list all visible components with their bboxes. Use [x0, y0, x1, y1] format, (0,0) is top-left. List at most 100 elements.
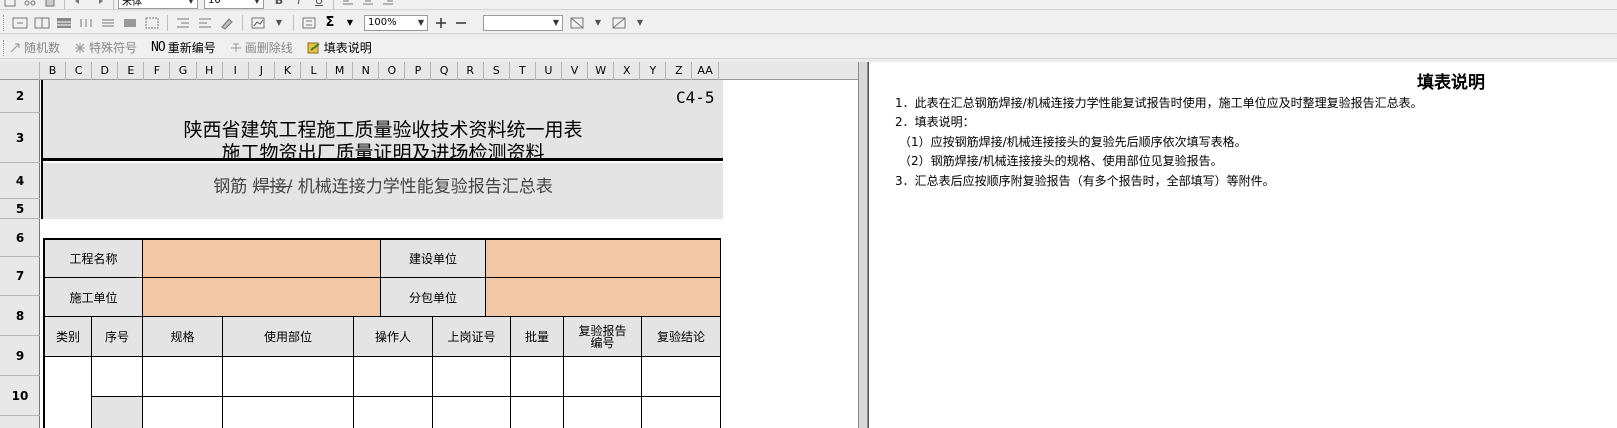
project-name-input[interactable]	[143, 240, 381, 278]
column-header[interactable]: B	[40, 62, 67, 80]
usage-part-cell[interactable]	[223, 357, 354, 397]
column-header[interactable]: H	[197, 62, 223, 80]
indent-icon[interactable]	[173, 14, 193, 32]
column-header[interactable]: Z	[666, 62, 693, 80]
row-header[interactable]: 5	[0, 199, 40, 219]
row-header[interactable]: 7	[0, 257, 40, 296]
pane-splitter[interactable]	[858, 62, 868, 428]
row-header[interactable]: 4	[0, 163, 40, 199]
paste-icon[interactable]	[41, 0, 59, 10]
strikethrough-button[interactable]: 画删除线	[230, 39, 293, 56]
category-cell[interactable]	[45, 357, 92, 428]
toolbar-grip[interactable]	[3, 39, 6, 56]
line-style-combo[interactable]: ▼	[483, 14, 563, 31]
chevron-down-icon[interactable]: ▼	[631, 14, 649, 32]
select-all-corner[interactable]	[0, 62, 40, 80]
random-number-button[interactable]: 随机数	[9, 39, 60, 56]
insert-row-icon[interactable]	[76, 14, 96, 32]
row-header[interactable]: 9	[0, 336, 40, 376]
row-header[interactable]: 6	[0, 219, 40, 257]
spec-cell[interactable]	[143, 357, 223, 397]
chevron-down-icon[interactable]: ▼	[270, 14, 288, 32]
clear-format-icon[interactable]	[217, 14, 237, 32]
zoom-combo[interactable]: 100% ▼	[364, 14, 428, 31]
row-header[interactable]: 3	[0, 113, 40, 163]
chevron-down-icon[interactable]: ▼	[341, 14, 359, 32]
column-header[interactable]: E	[118, 62, 145, 80]
column-header[interactable]: G	[171, 62, 197, 80]
row-header[interactable]: 10	[0, 376, 40, 416]
batch-cell[interactable]	[511, 357, 564, 397]
row-header[interactable]: 8	[0, 296, 40, 336]
italic-icon[interactable]: I	[290, 0, 308, 10]
special-symbol-button[interactable]: 特殊符号	[74, 39, 137, 56]
builder-unit-input[interactable]	[143, 278, 381, 317]
remove-icon[interactable]	[452, 14, 470, 32]
batch-cell[interactable]	[511, 397, 564, 428]
chart-icon[interactable]	[248, 14, 268, 32]
column-header[interactable]: AA	[693, 62, 719, 80]
seq-cell[interactable]	[92, 357, 143, 397]
column-header[interactable]: M	[327, 62, 354, 80]
spec-cell[interactable]	[143, 397, 223, 428]
column-header[interactable]: Y	[640, 62, 667, 80]
column-header[interactable]: U	[536, 62, 562, 80]
cert-no-cell[interactable]	[433, 357, 511, 397]
column-header[interactable]: R	[458, 62, 484, 80]
column-header[interactable]: D	[92, 62, 119, 80]
conclusion-cell[interactable]	[642, 357, 721, 397]
align-right-icon[interactable]	[379, 0, 397, 10]
fill-color-icon[interactable]	[120, 14, 140, 32]
page-setup-icon[interactable]	[1, 0, 19, 10]
column-header[interactable]: K	[275, 62, 301, 80]
row-header[interactable]: 2	[0, 80, 40, 113]
cert-no-cell[interactable]	[433, 397, 511, 428]
column-header[interactable]: T	[510, 62, 536, 80]
align-center-icon[interactable]	[359, 0, 377, 10]
font-name-combo[interactable]: 宋体 ▼	[118, 0, 198, 9]
undo-icon[interactable]	[70, 0, 88, 10]
column-header[interactable]: C	[66, 62, 93, 80]
border-icon[interactable]	[142, 14, 162, 32]
align-left-icon[interactable]	[339, 0, 357, 10]
diagonal-border-icon[interactable]	[609, 14, 629, 32]
column-header[interactable]: S	[484, 62, 510, 80]
operator-cell[interactable]	[354, 397, 433, 428]
merge-cells-icon[interactable]	[10, 14, 30, 32]
formula-icon[interactable]	[299, 14, 319, 32]
add-icon[interactable]	[432, 14, 450, 32]
column-header[interactable]: V	[562, 62, 589, 80]
conclusion-cell[interactable]	[642, 397, 721, 428]
table-format-icon[interactable]	[54, 14, 74, 32]
subcontract-unit-input[interactable]	[486, 278, 721, 317]
column-header[interactable]: X	[614, 62, 641, 80]
column-header[interactable]: L	[301, 62, 328, 80]
column-header[interactable]: J	[249, 62, 275, 80]
outdent-icon[interactable]	[195, 14, 215, 32]
border-style-icon[interactable]	[567, 14, 587, 32]
column-header[interactable]: O	[379, 62, 406, 80]
column-header[interactable]: W	[588, 62, 615, 80]
sum-icon[interactable]: Σ	[321, 14, 339, 32]
construction-unit-input[interactable]	[486, 240, 721, 278]
column-header[interactable]: P	[405, 62, 432, 80]
seq-cell[interactable]	[92, 397, 143, 428]
report-no-cell[interactable]	[564, 397, 642, 428]
column-header[interactable]: I	[223, 62, 249, 80]
column-header[interactable]: N	[353, 62, 380, 80]
font-size-combo[interactable]: 10 ▼	[204, 0, 264, 9]
renumber-button[interactable]: NO 重新编号	[151, 39, 216, 56]
toolbar-grip[interactable]	[3, 14, 6, 31]
delete-row-icon[interactable]	[98, 14, 118, 32]
column-header[interactable]: Q	[432, 62, 458, 80]
operator-cell[interactable]	[354, 357, 433, 397]
fill-instructions-button[interactable]: 填表说明	[307, 39, 372, 56]
report-no-cell[interactable]	[564, 357, 642, 397]
bold-icon[interactable]: B	[270, 0, 288, 10]
usage-part-cell[interactable]	[223, 397, 354, 428]
column-header[interactable]: F	[144, 62, 171, 80]
chevron-down-icon[interactable]: ▼	[589, 14, 607, 32]
underline-icon[interactable]: U	[310, 0, 328, 10]
redo-icon[interactable]	[90, 0, 108, 10]
split-cells-icon[interactable]	[32, 14, 52, 32]
